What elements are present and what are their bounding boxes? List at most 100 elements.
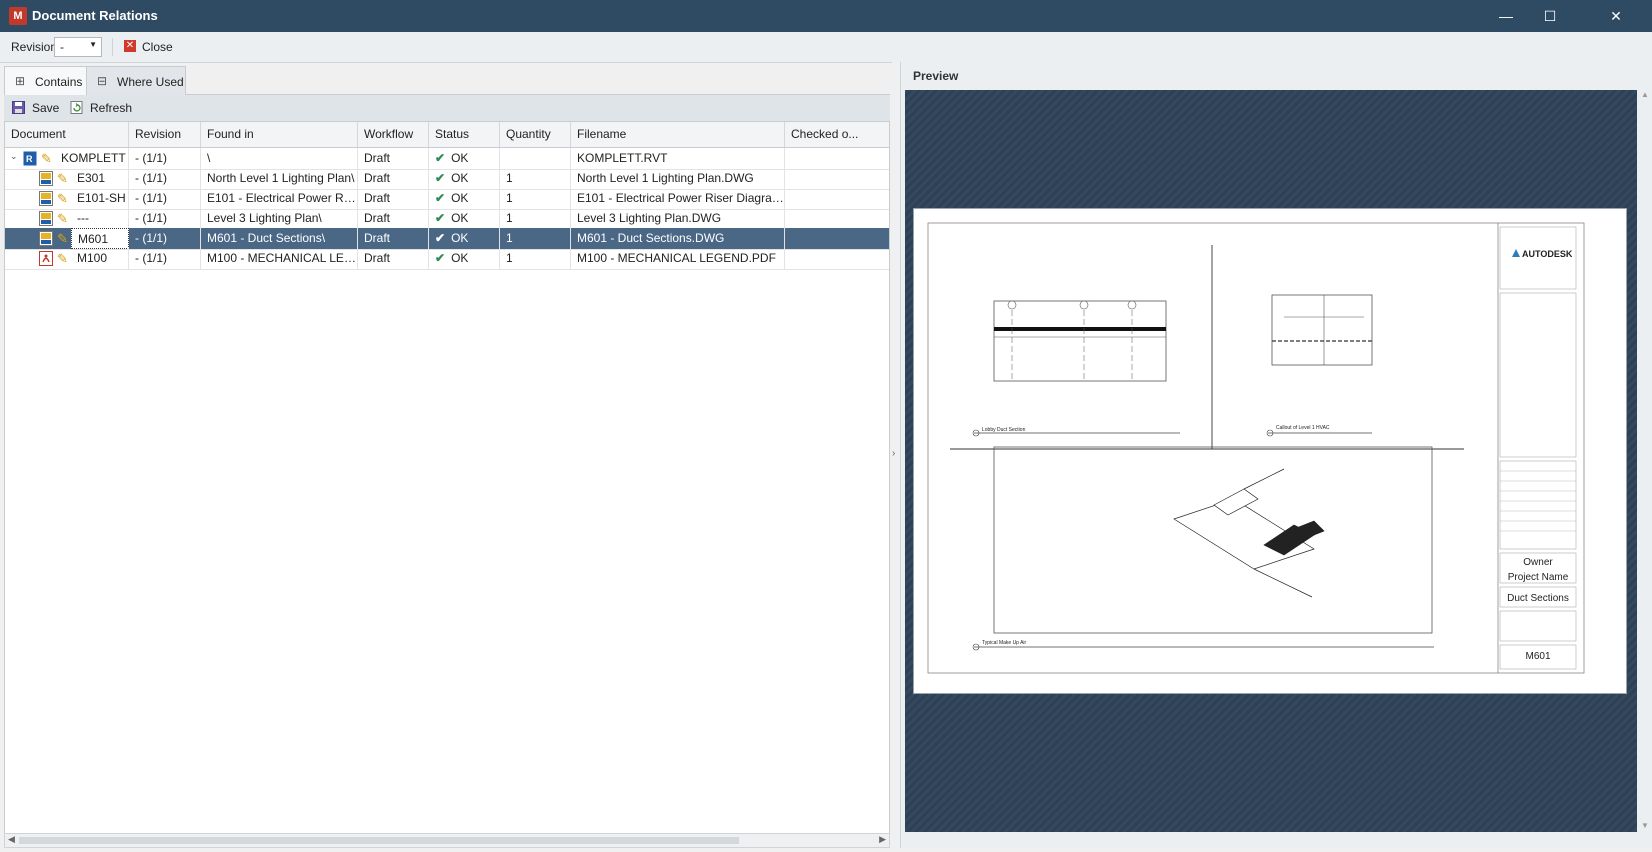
where-used-icon: ⊟ <box>97 74 108 88</box>
cell-document: M100 <box>71 248 129 269</box>
cell-status: ✔ OK <box>429 208 500 229</box>
close-button-label: Close <box>142 40 173 54</box>
check-icon: ✔ <box>435 171 446 185</box>
cell-found-in: North Level 1 Lighting Plan\ <box>201 168 358 189</box>
dwg-file-icon <box>39 211 53 226</box>
table-row[interactable]: ✎ E101-SH - (1/1) E101 - Electrical Powe… <box>5 188 889 210</box>
cell-document: E301 <box>71 168 129 189</box>
cell-checked-out <box>785 208 889 229</box>
check-icon: ✔ <box>435 251 446 265</box>
cell-filename: E101 - Electrical Power Riser Diagram.DW… <box>571 188 785 209</box>
expand-chevron-icon[interactable]: ⌄ <box>10 151 18 162</box>
refresh-button[interactable]: Refresh <box>70 100 136 116</box>
pdf-file-icon <box>39 251 53 266</box>
maximize-button[interactable]: ☐ <box>1528 0 1572 32</box>
chevron-down-icon: ▼ <box>89 40 97 49</box>
cell-checked-out <box>785 148 889 169</box>
cell-revision: - (1/1) <box>129 248 201 269</box>
cell-document: M601 <box>71 228 129 249</box>
minimize-button[interactable]: — <box>1484 0 1528 32</box>
revision-dropdown[interactable]: - ▼ <box>54 37 102 57</box>
save-button[interactable]: Save <box>12 100 62 116</box>
cell-checked-out <box>785 248 889 269</box>
cell-status: ✔ OK <box>429 248 500 269</box>
table-row[interactable]: ✎ --- - (1/1) Level 3 Lighting Plan\ Dra… <box>5 208 889 230</box>
cell-filename: KOMPLETT.RVT <box>571 148 785 169</box>
document-grid: Document Revision Found in Workflow Stat… <box>4 121 890 835</box>
drawing-sheet: AUTODESK Owner Project Name Duct Section… <box>913 208 1627 694</box>
scroll-left-icon[interactable]: ◀ <box>8 834 15 845</box>
cell-revision: - (1/1) <box>129 188 201 209</box>
close-window-button[interactable]: ✕ <box>1586 0 1646 32</box>
check-icon: ✔ <box>435 211 446 225</box>
check-icon: ✔ <box>435 231 446 245</box>
cell-filename: M601 - Duct Sections.DWG <box>571 228 785 249</box>
view-label-callout: Callout of Level 1 HVAC <box>1276 425 1330 431</box>
cell-quantity <box>500 148 571 169</box>
cell-status: ✔ OK <box>429 188 500 209</box>
preview-horizontal-scrollbar[interactable] <box>905 832 1637 846</box>
column-header-workflow[interactable]: Workflow <box>358 122 429 147</box>
column-header-quantity[interactable]: Quantity <box>500 122 571 147</box>
cell-revision: - (1/1) <box>129 228 201 249</box>
tab-where-used[interactable]: ⊟ Where Used <box>86 66 186 95</box>
hierarchy-icon: ⊞ <box>15 74 26 88</box>
table-row[interactable]: ✎ E301 - (1/1) North Level 1 Lighting Pl… <box>5 168 889 190</box>
cell-filename: North Level 1 Lighting Plan.DWG <box>571 168 785 189</box>
column-header-status[interactable]: Status <box>429 122 500 147</box>
cell-status-text: OK <box>451 171 469 185</box>
cell-found-in: \ <box>201 148 358 169</box>
column-header-found-in[interactable]: Found in <box>201 122 358 147</box>
cell-workflow: Draft <box>358 148 429 169</box>
cell-status-text: OK <box>451 211 469 225</box>
cell-status: ✔ OK <box>429 228 500 249</box>
scroll-right-icon[interactable]: ▶ <box>879 834 886 845</box>
view-label-lobby: Lobby Duct Section <box>982 427 1026 433</box>
refresh-icon <box>70 101 83 114</box>
cell-status-text: OK <box>451 231 469 245</box>
table-row[interactable]: ✎ M601 - (1/1) M601 - Duct Sections\ Dra… <box>5 228 889 250</box>
tab-contains[interactable]: ⊞ Contains <box>4 66 88 96</box>
preview-vertical-scrollbar[interactable]: ▲ ▼ <box>1639 90 1651 832</box>
svg-text:R: R <box>26 154 33 164</box>
cell-found-in: M601 - Duct Sections\ <box>201 228 358 249</box>
drawing-svg: AUTODESK Owner Project Name Duct Section… <box>927 222 1585 674</box>
scroll-up-icon[interactable]: ▲ <box>1639 90 1651 99</box>
scrollbar-thumb[interactable] <box>19 837 739 844</box>
window-title: Document Relations <box>32 8 158 23</box>
save-button-label: Save <box>32 101 60 115</box>
cell-checked-out <box>785 168 889 189</box>
panel-splitter[interactable]: › <box>892 62 900 848</box>
save-icon <box>12 101 25 114</box>
pencil-icon: ✎ <box>57 251 68 266</box>
column-header-revision[interactable]: Revision <box>129 122 201 147</box>
cell-status-text: OK <box>451 251 469 265</box>
cell-found-in: M100 - MECHANICAL LEGEND\ <box>201 248 358 269</box>
close-icon: ✕ <box>124 40 136 52</box>
revit-file-icon: R <box>23 151 37 166</box>
refresh-button-label: Refresh <box>90 101 133 115</box>
cell-found-in: Level 3 Lighting Plan\ <box>201 208 358 229</box>
column-header-filename[interactable]: Filename <box>571 122 785 147</box>
column-header-document[interactable]: Document <box>5 122 129 147</box>
sheet-project-name: Project Name <box>1508 572 1569 583</box>
document-relations-window: M Document Relations — ☐ ✕ Revision - ▼ … <box>0 0 1652 852</box>
cell-status: ✔ OK <box>429 168 500 189</box>
tab-contains-label: Contains <box>35 75 83 89</box>
relations-panel: ⊞ Contains ⊟ Where Used Save Refresh Doc… <box>4 62 890 848</box>
check-icon: ✔ <box>435 151 446 165</box>
dwg-file-icon <box>39 231 53 246</box>
scroll-down-icon[interactable]: ▼ <box>1639 821 1651 830</box>
title-bar: M Document Relations — ☐ ✕ <box>0 0 1652 32</box>
column-header-checked-out[interactable]: Checked o... <box>785 122 889 147</box>
preview-canvas[interactable]: AUTODESK Owner Project Name Duct Section… <box>905 90 1637 832</box>
chevron-right-icon[interactable]: › <box>892 448 895 459</box>
table-row[interactable]: ⌄ R ✎ KOMPLETT - (1/1) \ Draft ✔ OK KOMPL… <box>5 148 889 170</box>
cell-filename: Level 3 Lighting Plan.DWG <box>571 208 785 229</box>
preview-title: Preview <box>913 69 959 83</box>
grid-horizontal-scrollbar[interactable]: ◀ ▶ <box>4 833 890 848</box>
preview-panel: Preview AUTODESK Owner Project Name Duct… <box>900 62 1652 848</box>
cell-document: KOMPLETT <box>55 148 129 169</box>
sheet-title: Duct Sections <box>1507 593 1569 604</box>
table-row[interactable]: ✎ M100 - (1/1) M100 - MECHANICAL LEGEND\… <box>5 248 889 270</box>
